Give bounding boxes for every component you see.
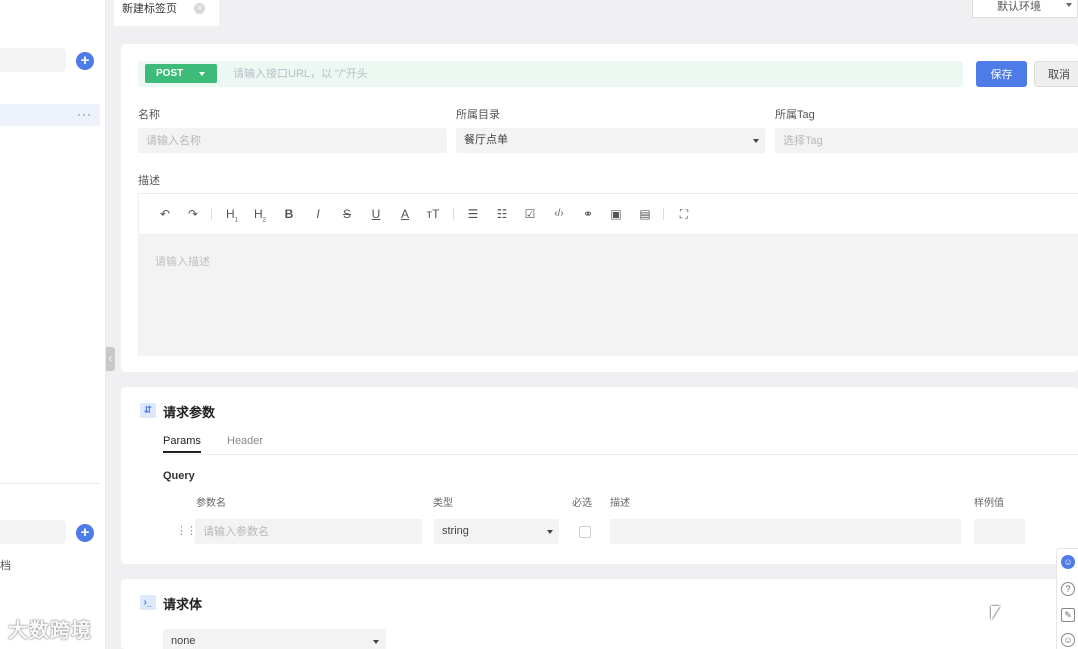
sidebar-divider [0, 483, 100, 484]
description-editor: ↶ ↷ H1 H2 B I S U A тT ☰ ☷ ☑ ‹/› ⚭ ▣ ▤ ⛶… [138, 193, 1078, 356]
sidebar-search-input-2[interactable] [0, 520, 66, 544]
chevron-down-icon [373, 640, 379, 644]
editor-placeholder: 请输入描述 [155, 256, 210, 268]
cancel-button[interactable]: 取消 [1034, 61, 1078, 87]
name-input[interactable] [138, 128, 447, 153]
request-body-card: ›_ 请求体 none [121, 579, 1078, 649]
floating-toolbar: ☺ ? ✎ ☺ [1056, 548, 1078, 649]
chevron-down-icon [753, 139, 759, 143]
method-label: POST [156, 68, 184, 79]
url-bar: POST [138, 61, 963, 87]
chevron-down-icon [547, 530, 553, 534]
font-color-icon[interactable]: A [396, 206, 414, 222]
tab-new[interactable]: 新建标签页 × [114, 0, 219, 26]
feedback-icon[interactable]: ✎ [1061, 608, 1075, 622]
column-header-example: 样例值 [974, 498, 1004, 509]
column-header-desc: 描述 [610, 498, 630, 509]
bullet-list-icon[interactable]: ☰ [464, 206, 482, 222]
tag-label: 所属Tag [775, 109, 815, 121]
chevron-down-icon [199, 72, 205, 76]
param-type-select[interactable]: string [434, 519, 559, 544]
tab-header[interactable]: Header [227, 435, 263, 447]
code-icon[interactable]: ‹/› [550, 206, 568, 222]
toolbar-divider [211, 208, 212, 220]
directory-select[interactable]: 餐厅点单 [456, 128, 765, 153]
body-type-value: none [171, 635, 196, 647]
column-header-type: 类型 [433, 498, 453, 509]
body-type-select[interactable]: none [163, 629, 386, 649]
drag-handle-icon[interactable]: ⋮⋮ [176, 524, 197, 537]
editor-body[interactable]: 请输入描述 [139, 235, 1078, 356]
method-select[interactable]: POST [145, 64, 217, 83]
description-label: 描述 [138, 175, 160, 187]
tag-select[interactable] [775, 128, 1078, 153]
param-example-input[interactable] [974, 519, 1025, 544]
underline-icon[interactable]: U [367, 206, 385, 222]
smile-icon[interactable]: ☺ [1061, 633, 1075, 647]
environment-select[interactable]: 默认环境 [972, 0, 1078, 18]
terminal-icon: ›_ [140, 595, 156, 610]
help-icon[interactable]: ? [1061, 582, 1075, 596]
sidebar-doc-label[interactable]: 档 [0, 557, 11, 573]
heading2-glyph: H [253, 207, 263, 221]
heading1-glyph: H [225, 207, 235, 221]
collapse-sidebar-icon[interactable]: ‹ [106, 347, 115, 371]
param-type-value: string [442, 525, 469, 537]
query-label: Query [163, 470, 195, 482]
name-label: 名称 [138, 109, 160, 121]
link-icon[interactable]: ⚭ [579, 206, 597, 222]
basic-info-card: POST 保存 取消 名称 所属目录 餐厅点单 所属Tag 描述 ↶ ↷ H1 … [121, 44, 1078, 372]
body-section-title: 请求体 [163, 597, 203, 612]
support-icon[interactable]: ☺ [1061, 555, 1075, 569]
strikethrough-icon[interactable]: S [338, 206, 356, 222]
column-header-name: 参数名 [196, 498, 226, 509]
add-icon[interactable]: + [76, 524, 94, 542]
directory-label: 所属目录 [456, 109, 500, 121]
task-list-icon[interactable]: ☑ [521, 206, 539, 222]
params-tabs: Params Header [163, 433, 1078, 455]
image-icon[interactable]: ▣ [607, 206, 625, 222]
mouse-cursor [991, 606, 1000, 620]
toolbar-divider [663, 208, 664, 220]
tab-label: 新建标签页 [122, 3, 177, 15]
request-params-card: ⇵ 请求参数 Params Header Query 参数名 类型 必选 描述 … [121, 387, 1078, 564]
table-icon[interactable]: ▤ [636, 206, 654, 222]
sidebar-search-input[interactable] [0, 48, 66, 72]
tab-params[interactable]: Params [163, 435, 201, 453]
heading1-icon[interactable]: H1 [223, 206, 241, 223]
param-name-input[interactable] [195, 519, 422, 544]
bold-icon[interactable]: B [280, 206, 298, 222]
url-input[interactable] [233, 61, 833, 87]
heading2-icon[interactable]: H2 [251, 206, 269, 223]
fullscreen-icon[interactable]: ⛶ [675, 206, 693, 222]
ordered-list-icon[interactable]: ☷ [493, 206, 511, 222]
chevron-down-icon [1066, 3, 1072, 7]
save-button[interactable]: 保存 [976, 61, 1027, 87]
sidebar-selected-item[interactable]: ··· [0, 104, 100, 126]
editor-toolbar: ↶ ↷ H1 H2 B I S U A тT ☰ ☷ ☑ ‹/› ⚭ ▣ ▤ ⛶ [139, 194, 1078, 235]
tab-bar: 新建标签页 × 默认环境 [107, 0, 1078, 26]
italic-icon[interactable]: I [309, 206, 327, 222]
params-section-title: 请求参数 [163, 405, 216, 420]
directory-value: 餐厅点单 [464, 134, 508, 146]
environment-label: 默认环境 [997, 1, 1041, 13]
redo-icon[interactable]: ↷ [184, 206, 202, 222]
params-section-icon: ⇵ [140, 403, 156, 418]
add-icon[interactable]: + [76, 52, 94, 70]
more-icon[interactable]: ··· [77, 107, 92, 121]
close-icon[interactable]: × [194, 3, 205, 14]
toolbar-divider [453, 208, 454, 220]
sidebar: + ··· + 档 [0, 0, 106, 649]
font-size-icon[interactable]: тT [424, 206, 442, 222]
required-checkbox[interactable] [579, 526, 591, 538]
column-header-required: 必选 [572, 498, 592, 509]
watermark-logo: 大数跨境 [8, 620, 92, 642]
undo-icon[interactable]: ↶ [156, 206, 174, 222]
param-desc-input[interactable] [610, 519, 961, 544]
